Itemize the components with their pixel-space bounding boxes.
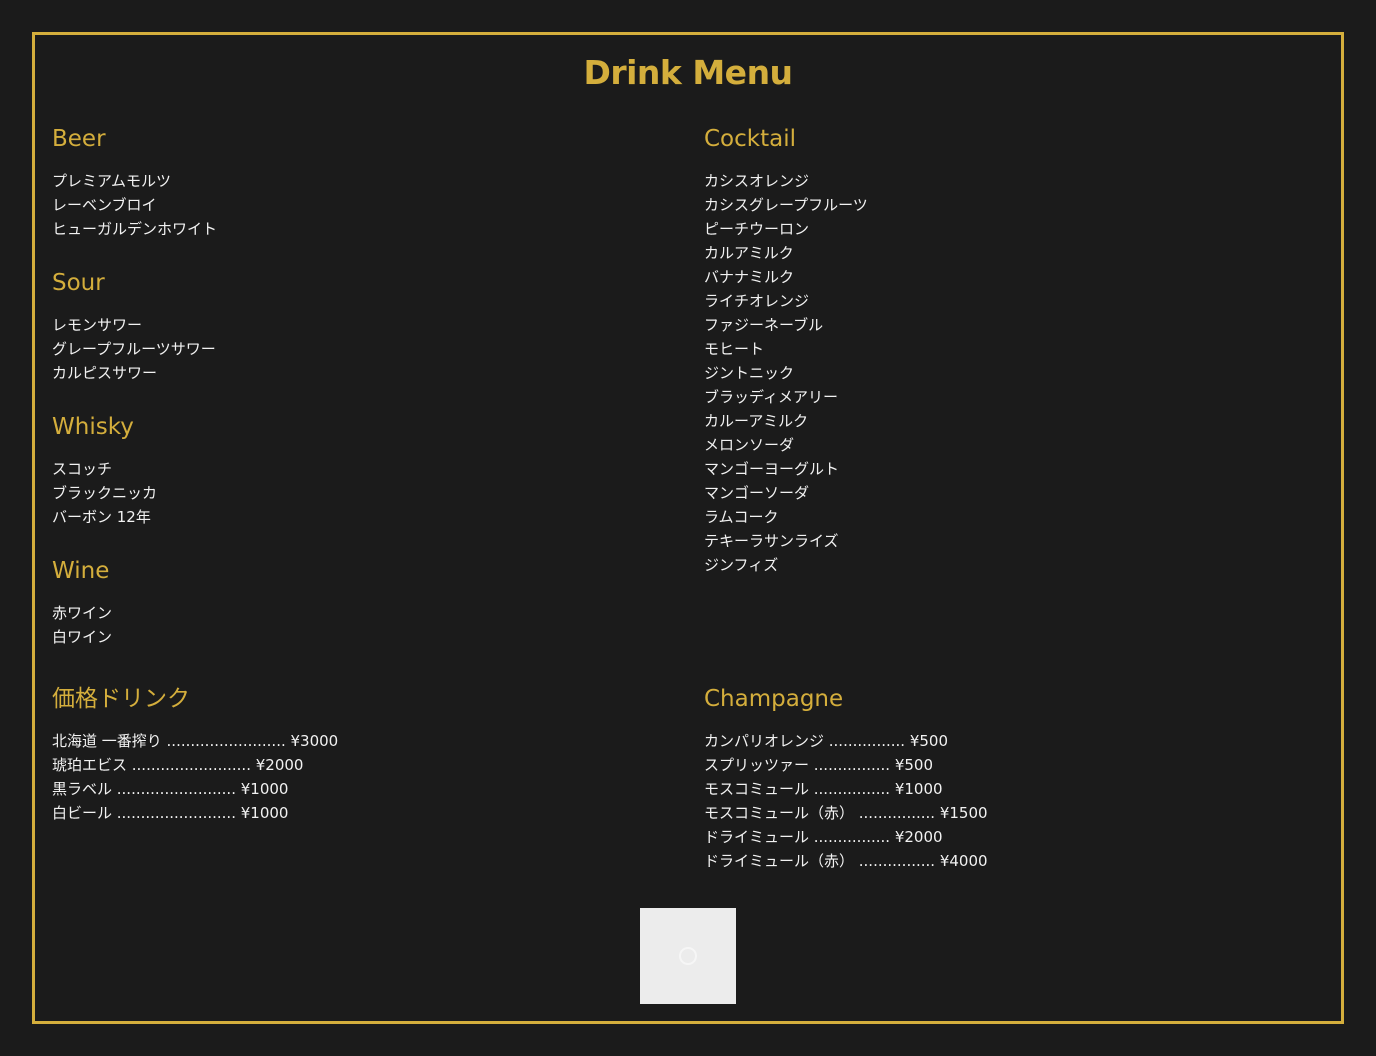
section-sour: Sour レモンサワー グレープフルーツサワー カルピスサワー xyxy=(52,269,216,385)
list-item: ピーチウーロン xyxy=(704,220,810,238)
section-whisky: Whisky スコッチ ブラックニッカ バーボン 12年 xyxy=(52,413,157,529)
list-item: 赤ワイン xyxy=(52,604,113,622)
list-item: テキーラサンライズ xyxy=(704,532,839,550)
list-item: ラムコーク xyxy=(704,508,779,526)
list-item: レーベンブロイ xyxy=(52,196,157,214)
whisky-list: スコッチ ブラックニッカ バーボン 12年 xyxy=(52,457,157,529)
image-placeholder xyxy=(640,908,736,1004)
list-item: マンゴーソーダ xyxy=(704,484,810,502)
list-item: グレープフルーツサワー xyxy=(52,340,216,358)
price-list-item: スプリッツァー ................ ¥500 xyxy=(704,756,933,774)
wine-list: 赤ワイン 白ワイン xyxy=(52,601,112,649)
section-heading-whisky: Whisky xyxy=(52,414,134,440)
list-item: ヒューガルデンホワイト xyxy=(52,220,218,238)
list-item: レモンサワー xyxy=(52,316,143,334)
section-heading-cocktail: Cocktail xyxy=(704,126,796,152)
price-list-item: モスコミュール ................ ¥1000 xyxy=(704,780,943,798)
priced-drinks-list: 北海道 一番搾り ......................... ¥3000… xyxy=(52,729,338,825)
list-item: ジントニック xyxy=(704,364,795,382)
page-title: Drink Menu xyxy=(583,53,793,92)
loading-spinner-icon xyxy=(679,947,697,965)
list-item: スコッチ xyxy=(52,460,113,478)
sour-list: レモンサワー グレープフルーツサワー カルピスサワー xyxy=(52,313,216,385)
section-champagne: Champagne カンパリオレンジ ................ ¥500… xyxy=(704,685,988,873)
list-item: ブラッディメアリー xyxy=(704,388,838,406)
section-heading-wine: Wine xyxy=(52,558,110,584)
menu-frame: Drink Menu Beer プレミアムモルツ レーベンブロイ ヒューガルデン… xyxy=(32,32,1344,1024)
section-heading-beer: Beer xyxy=(52,126,106,152)
list-item: カルーアミルク xyxy=(704,412,809,430)
list-item: ブラックニッカ xyxy=(52,484,158,502)
section-priced-drinks: 価格ドリンク 北海道 一番搾り ........................… xyxy=(52,685,338,825)
list-item: カシスオレンジ xyxy=(704,172,810,190)
price-list-item: 北海道 一番搾り ......................... ¥3000 xyxy=(52,732,339,750)
list-item: マンゴーヨーグルト xyxy=(704,460,840,478)
price-list-item: 黒ラベル ......................... ¥1000 xyxy=(52,780,289,798)
section-heading-sour: Sour xyxy=(52,270,105,296)
price-list-item: 琥珀エビス ......................... ¥2000 xyxy=(52,756,304,774)
list-item: 白ワイン xyxy=(52,628,113,646)
price-list-item: ドライミュール（赤） ................ ¥4000 xyxy=(704,852,988,870)
list-item: プレミアムモルツ xyxy=(52,172,171,190)
price-list-item: ドライミュール ................ ¥2000 xyxy=(704,828,943,846)
list-item: メロンソーダ xyxy=(704,436,795,454)
list-item: カルアミルク xyxy=(704,244,794,262)
list-item: ファジーネーブル xyxy=(704,316,824,334)
price-list-item: モスコミュール（赤） ................ ¥1500 xyxy=(704,804,988,822)
list-item: バナナミルク xyxy=(704,268,795,286)
section-cocktail: Cocktail カシスオレンジ カシスグレープフルーツ ピーチウーロン カルア… xyxy=(704,125,868,577)
list-item: カルピスサワー xyxy=(52,364,158,382)
champagne-list: カンパリオレンジ ................ ¥500 スプリッツァー .… xyxy=(704,729,988,873)
price-list-item: 白ビール ......................... ¥1000 xyxy=(52,804,289,822)
list-item: ジンフィズ xyxy=(704,556,779,574)
section-wine: Wine 赤ワイン 白ワイン xyxy=(52,557,112,649)
list-item: モヒート xyxy=(704,340,765,358)
beer-list: プレミアムモルツ レーベンブロイ ヒューガルデンホワイト xyxy=(52,169,217,241)
list-item: ライチオレンジ xyxy=(704,292,810,310)
list-item: カシスグレープフルーツ xyxy=(704,196,868,214)
list-item: バーボン 12年 xyxy=(52,508,151,526)
price-list-item: カンパリオレンジ ................ ¥500 xyxy=(704,732,948,750)
cocktail-list: カシスオレンジ カシスグレープフルーツ ピーチウーロン カルアミルク バナナミル… xyxy=(704,169,868,577)
section-heading-champagne: Champagne xyxy=(704,686,844,712)
section-beer: Beer プレミアムモルツ レーベンブロイ ヒューガルデンホワイト xyxy=(52,125,217,241)
section-heading-priced-drinks: 価格ドリンク xyxy=(52,686,190,712)
